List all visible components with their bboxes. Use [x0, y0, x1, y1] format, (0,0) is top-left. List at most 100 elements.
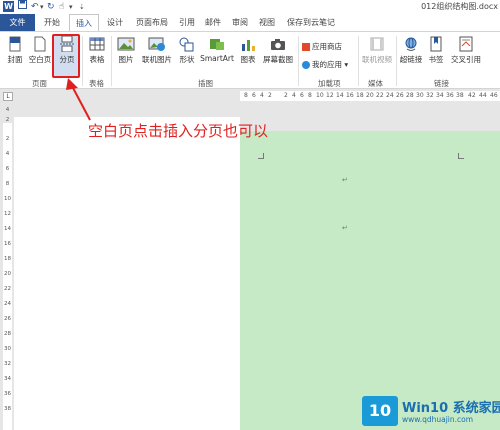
touch-dropdown-icon[interactable]: ▾ [69, 0, 73, 14]
online-video-button[interactable]: 联机视频 [360, 34, 394, 78]
ruler-number: 2 [5, 117, 10, 123]
paragraph-mark: ↵ [342, 224, 348, 232]
watermark-url: www.qdhuajin.com [402, 415, 474, 424]
bookmark-button[interactable]: 书签 [425, 34, 447, 78]
ruler-number: 20 [366, 92, 374, 99]
illustrations-group-label: 插图 [198, 79, 213, 88]
tab-save-to-cloud-notes[interactable]: 保存到云笔记 [282, 14, 340, 31]
tab-review[interactable]: 审阅 [228, 14, 252, 31]
page-break-button[interactable]: 分页 [54, 34, 80, 78]
table-button[interactable]: 表格 [85, 34, 109, 78]
ruler-number: 42 [468, 92, 476, 99]
customize-icon[interactable]: ⇣ [79, 0, 85, 14]
shapes-icon [179, 37, 194, 52]
store-button[interactable]: 应用商店 [302, 41, 342, 52]
watermark-title: Win10 系统家园 [402, 401, 500, 416]
ruler-number: 2 [284, 92, 288, 99]
smartart-button[interactable]: SmartArt [198, 34, 236, 78]
picture-icon [117, 37, 135, 51]
tab-insert[interactable]: 插入 [69, 14, 99, 32]
camera-icon [271, 39, 285, 50]
blank-page-label: 空白页 [28, 55, 52, 64]
tab-references[interactable]: 引用 [176, 14, 198, 31]
hyperlink-button[interactable]: 超链接 [398, 34, 424, 78]
store-label: 应用商店 [312, 42, 342, 51]
ruler-strip[interactable]: 8 6 4 2 2 4 6 8 10 12 14 16 18 20 22 24 … [240, 91, 500, 101]
ruler-number: 26 [396, 92, 404, 99]
annotation-arrow [66, 78, 91, 121]
tab-view[interactable]: 视图 [256, 14, 278, 31]
ruler-number: 36 [446, 92, 454, 99]
ruler-number: 6 [300, 92, 304, 99]
screenshot-button[interactable]: 屏幕截图 [259, 34, 297, 78]
paragraph-mark: ↵ [342, 176, 348, 184]
ruler-number: 16 [346, 92, 354, 99]
ruler-number: 34 [4, 376, 11, 382]
tab-home[interactable]: 开始 [38, 14, 66, 31]
cover-button[interactable]: 封面 [3, 34, 27, 78]
tab-design[interactable]: 设计 [102, 14, 128, 31]
page-break-label: 分页 [59, 55, 75, 64]
title-bar: W ↶ ▾ ↻ ☝ ▾ ⇣ 012组织结构图.docx [0, 0, 500, 14]
ruler-number: 46 [490, 92, 498, 99]
store-icon [302, 43, 310, 51]
hyperlink-icon [405, 37, 417, 51]
ruler-number: 12 [326, 92, 334, 99]
chart-button[interactable]: 图表 [238, 34, 258, 78]
my-apps-label: 我的应用 [312, 60, 342, 69]
online-picture-label: 联机图片 [142, 55, 172, 64]
ruler-number: 38 [4, 406, 11, 412]
ruler-number: 2 [268, 92, 272, 99]
save-icon[interactable] [18, 0, 27, 14]
document-title: 012组织结构图.docx [421, 2, 498, 11]
my-apps-button[interactable]: 我的应用 ▾ [302, 59, 348, 70]
online-video-icon [370, 37, 384, 51]
margin-corner-mark [258, 153, 264, 159]
tab-selector-icon[interactable]: L [3, 92, 13, 101]
table-label: 表格 [89, 55, 105, 64]
ruler-number: 38 [456, 92, 464, 99]
ruler-number: 8 [244, 92, 248, 99]
group-separator [396, 36, 397, 86]
document-canvas[interactable]: ↵ ↵ [14, 103, 500, 430]
media-group-label: 媒体 [368, 79, 383, 88]
touch-mode-icon[interactable]: ☝ [59, 0, 64, 14]
online-picture-button[interactable]: 联机图片 [140, 34, 174, 78]
ruler-number: 8 [5, 181, 10, 187]
chart-icon [242, 40, 255, 51]
screenshot-label: 屏幕截图 [263, 55, 293, 64]
online-video-label: 联机视频 [362, 55, 392, 64]
word-app-icon[interactable]: W [3, 1, 14, 12]
ruler-number: 34 [436, 92, 444, 99]
redo-icon[interactable]: ↻ [47, 0, 55, 14]
document-page[interactable] [14, 117, 240, 430]
ruler-number: 2 [5, 136, 10, 142]
group-separator [298, 36, 299, 86]
ruler-number: 30 [416, 92, 424, 99]
annotation-text: 空白页点击插入分页也可以 [88, 122, 269, 140]
ruler-number: 6 [252, 92, 256, 99]
ruler-number: 44 [479, 92, 487, 99]
ruler-number: 18 [356, 92, 364, 99]
cross-reference-label: 交叉引用 [451, 55, 481, 64]
ruler-number: 22 [376, 92, 384, 99]
tab-file[interactable]: 文件 [0, 14, 35, 31]
bookmark-icon [430, 36, 442, 52]
blank-page-button[interactable]: 空白页 [27, 34, 53, 78]
picture-button[interactable]: 图片 [114, 34, 138, 78]
tab-page-layout[interactable]: 页面布局 [132, 14, 172, 31]
ruler-number: 10 [4, 196, 11, 202]
cover-page-icon [9, 36, 21, 52]
cross-reference-button[interactable]: 交叉引用 [448, 34, 484, 78]
undo-icon[interactable]: ↶ [31, 0, 39, 14]
shapes-button[interactable]: 形状 [176, 34, 198, 78]
ruler-number: 28 [406, 92, 414, 99]
document-page-highlighted[interactable]: ↵ ↵ [240, 131, 500, 430]
tab-mailings[interactable]: 邮件 [202, 14, 224, 31]
ruler-number: 24 [4, 301, 11, 307]
ruler-number: 18 [4, 256, 11, 262]
online-picture-icon [148, 37, 165, 51]
undo-dropdown-icon[interactable]: ▾ [40, 0, 44, 14]
pages-group-label: 页面 [32, 79, 47, 88]
blank-page-icon [34, 36, 46, 52]
